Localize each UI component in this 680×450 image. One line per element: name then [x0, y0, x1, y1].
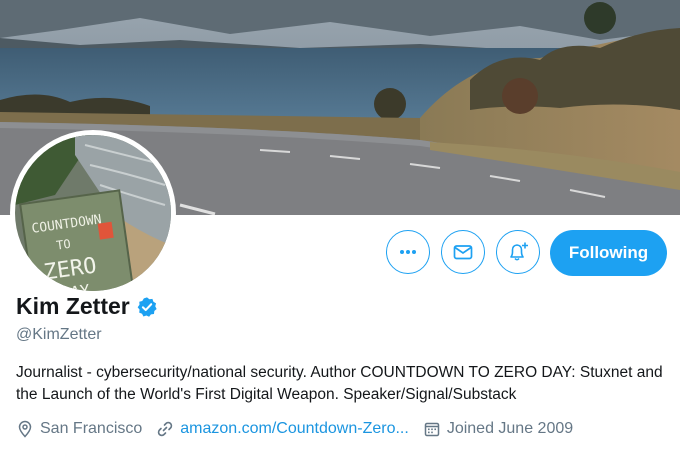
profile-avatar[interactable]: COUNTDOWN TO ZERO DAY	[10, 130, 176, 296]
notifications-button[interactable]	[496, 230, 540, 274]
message-button[interactable]	[441, 230, 485, 274]
profile-bio: Journalist - cybersecurity/national secu…	[16, 364, 663, 403]
profile-meta: San Francisco amazon.com/Countdown-Zero.…	[16, 420, 587, 438]
profile-name: Kim Zetter	[16, 293, 130, 319]
book-title-line: TO	[55, 237, 71, 253]
following-button[interactable]: Following	[550, 230, 667, 276]
avatar-book-photo: COUNTDOWN TO ZERO DAY	[15, 135, 171, 291]
bell-plus-icon	[510, 242, 528, 261]
profile-website: amazon.com/Countdown-Zero...	[156, 420, 409, 438]
joined-text: Joined June 2009	[446, 420, 574, 437]
more-button[interactable]	[386, 230, 430, 274]
profile-handle: @KimZetter	[16, 326, 102, 343]
location-pin-icon	[18, 420, 32, 438]
profile-name-row: Kim Zetter	[16, 293, 158, 320]
envelope-icon	[453, 245, 473, 260]
profile-location: San Francisco	[16, 420, 142, 438]
more-dots-icon	[400, 250, 416, 254]
website-link[interactable]: amazon.com/Countdown-Zero...	[180, 420, 409, 438]
link-icon	[158, 421, 173, 437]
location-text: San Francisco	[40, 420, 143, 437]
calendar-icon	[424, 422, 440, 437]
profile-joined: Joined June 2009	[423, 420, 573, 438]
verified-badge-icon	[136, 296, 158, 318]
